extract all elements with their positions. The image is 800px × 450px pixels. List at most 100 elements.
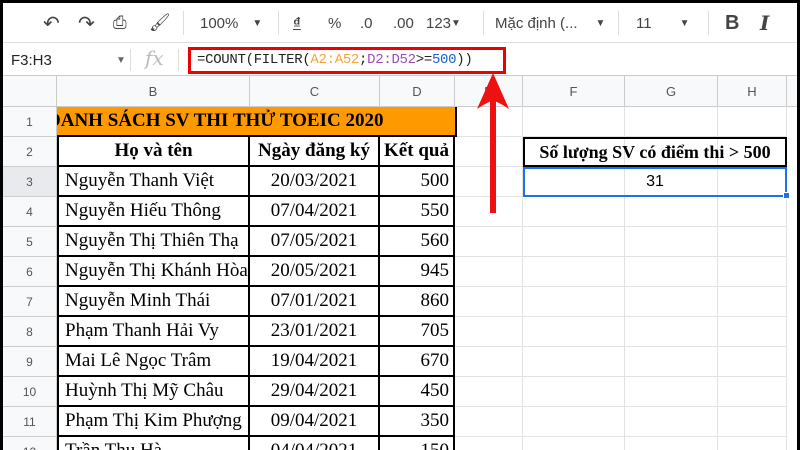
empty-cell[interactable] — [718, 257, 787, 287]
column-header-d[interactable]: D — [380, 76, 455, 107]
column-header-i[interactable] — [787, 76, 797, 107]
row-header-6[interactable]: 6 — [3, 257, 57, 287]
score-cell[interactable]: 945 — [380, 257, 455, 287]
column-header-b[interactable]: B — [57, 76, 250, 107]
more-formats-button[interactable]: 123 ▼ — [426, 13, 461, 33]
registration-date-cell[interactable]: 04/04/2021 — [250, 437, 380, 450]
student-name-cell[interactable]: Nguyễn Hiếu Thông — [57, 197, 250, 227]
empty-cell[interactable] — [625, 197, 718, 227]
empty-cell[interactable] — [718, 407, 787, 437]
registration-date-cell[interactable]: 19/04/2021 — [250, 347, 380, 377]
row-header-10[interactable]: 10 — [3, 377, 57, 407]
score-cell[interactable]: 350 — [380, 407, 455, 437]
registration-date-cell[interactable]: 20/05/2021 — [250, 257, 380, 287]
empty-cell[interactable] — [718, 347, 787, 377]
score-cell[interactable]: 560 — [380, 227, 455, 257]
registration-date-cell[interactable]: 09/04/2021 — [250, 407, 380, 437]
empty-cell[interactable] — [625, 287, 718, 317]
decrease-decimal-button[interactable]: .0 — [360, 13, 373, 33]
currency-button[interactable]: ₫ — [293, 13, 301, 33]
empty-cell[interactable] — [718, 287, 787, 317]
student-name-cell[interactable]: Trần Thu Hà — [57, 437, 250, 450]
empty-cell[interactable] — [455, 437, 523, 450]
sheet-title[interactable]: DANH SÁCH SV THI THỬ TOEIC 2020 — [57, 107, 457, 137]
select-all-corner[interactable] — [3, 76, 57, 107]
column-header-h[interactable]: H — [718, 76, 787, 107]
score-cell[interactable]: 705 — [380, 317, 455, 347]
empty-cell[interactable] — [523, 257, 625, 287]
student-name-cell[interactable]: Nguyễn Thanh Việt — [57, 167, 250, 197]
registration-date-cell[interactable]: 23/01/2021 — [250, 317, 380, 347]
empty-cell[interactable] — [523, 347, 625, 377]
score-cell[interactable]: 150 — [380, 437, 455, 450]
empty-cell[interactable] — [718, 317, 787, 347]
column-header-f[interactable]: F — [523, 76, 625, 107]
student-name-cell[interactable]: Phạm Thanh Hải Vy — [57, 317, 250, 347]
empty-cell[interactable] — [718, 197, 787, 227]
empty-cell[interactable] — [625, 377, 718, 407]
percent-button[interactable]: % — [328, 13, 341, 33]
italic-button[interactable]: I — [760, 11, 769, 35]
font-select[interactable]: Mặc định (... ▼ — [495, 13, 605, 33]
row-header-7[interactable]: 7 — [3, 287, 57, 317]
registration-date-cell[interactable]: 07/05/2021 — [250, 227, 380, 257]
empty-cell[interactable] — [625, 227, 718, 257]
empty-cell[interactable] — [455, 377, 523, 407]
empty-cell[interactable] — [625, 407, 718, 437]
empty-cell[interactable] — [455, 287, 523, 317]
empty-cell[interactable] — [718, 377, 787, 407]
paint-format-icon[interactable]: 🖌 — [149, 13, 171, 33]
score-cell[interactable]: 450 — [380, 377, 455, 407]
column-title[interactable]: Kết quả — [380, 137, 455, 167]
empty-cell[interactable] — [523, 407, 625, 437]
empty-cell[interactable] — [455, 227, 523, 257]
row-header-11[interactable]: 11 — [3, 407, 57, 437]
empty-cell[interactable] — [625, 107, 718, 137]
registration-date-cell[interactable]: 07/01/2021 — [250, 287, 380, 317]
column-title[interactable]: Ngày đăng ký — [250, 137, 380, 167]
redo-icon[interactable]: ↷ — [78, 13, 95, 35]
increase-decimal-button[interactable]: .00 — [393, 13, 414, 33]
empty-cell[interactable] — [523, 227, 625, 257]
score-cell[interactable]: 500 — [380, 167, 455, 197]
undo-icon[interactable]: ↶ — [43, 13, 60, 35]
empty-cell[interactable] — [523, 287, 625, 317]
font-size-select[interactable]: 11 ▼ — [636, 13, 689, 33]
fill-handle[interactable] — [783, 192, 790, 199]
empty-cell[interactable] — [718, 107, 787, 137]
score-cell[interactable]: 860 — [380, 287, 455, 317]
empty-cell[interactable] — [625, 437, 718, 450]
registration-date-cell[interactable]: 20/03/2021 — [250, 167, 380, 197]
row-header-12[interactable]: 12 — [3, 437, 57, 450]
student-name-cell[interactable]: Nguyễn Thị Thiên Thạ — [57, 227, 250, 257]
row-header-4[interactable]: 4 — [3, 197, 57, 227]
print-icon[interactable]: ⎙ — [113, 13, 127, 33]
empty-cell[interactable] — [455, 317, 523, 347]
empty-cell[interactable] — [523, 437, 625, 450]
row-header-2[interactable]: 2 — [3, 137, 57, 167]
row-header-1[interactable]: 1 — [3, 107, 57, 137]
empty-cell[interactable] — [718, 227, 787, 257]
student-name-cell[interactable]: Phạm Thị Kim Phượng — [57, 407, 250, 437]
row-header-9[interactable]: 9 — [3, 347, 57, 377]
empty-cell[interactable] — [523, 377, 625, 407]
formula-input[interactable]: =COUNT(FILTER(A2:A52;D2:D52>=500)) — [188, 47, 506, 74]
empty-cell[interactable] — [718, 437, 787, 450]
row-header-8[interactable]: 8 — [3, 317, 57, 347]
row-header-5[interactable]: 5 — [3, 227, 57, 257]
zoom-select[interactable]: 100% ▼ — [200, 13, 262, 33]
score-cell[interactable]: 550 — [380, 197, 455, 227]
student-name-cell[interactable]: Nguyễn Thị Khánh Hòa — [57, 257, 250, 287]
student-name-cell[interactable]: Huỳnh Thị Mỹ Châu — [57, 377, 250, 407]
column-header-c[interactable]: C — [250, 76, 380, 107]
empty-cell[interactable] — [455, 347, 523, 377]
column-title[interactable]: Họ và tên — [57, 137, 250, 167]
empty-cell[interactable] — [455, 407, 523, 437]
empty-cell[interactable] — [625, 257, 718, 287]
empty-cell[interactable] — [625, 317, 718, 347]
empty-cell[interactable] — [523, 317, 625, 347]
empty-cell[interactable] — [455, 257, 523, 287]
empty-cell[interactable] — [625, 347, 718, 377]
bold-button[interactable]: B — [725, 12, 739, 34]
column-header-g[interactable]: G — [625, 76, 718, 107]
